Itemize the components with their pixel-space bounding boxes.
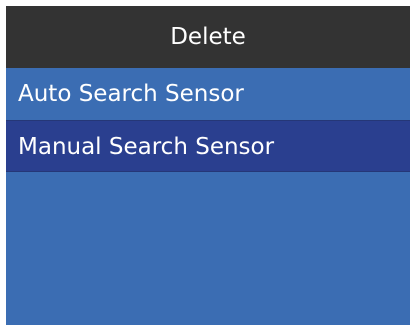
screen-title: Delete [6, 6, 410, 68]
menu-list: Auto Search Sensor Manual Search Sensor [6, 68, 410, 172]
menu-item-auto-search-sensor[interactable]: Auto Search Sensor [6, 68, 410, 120]
menu-item-manual-search-sensor[interactable]: Manual Search Sensor [6, 120, 410, 172]
device-screen: Delete Auto Search Sensor Manual Search … [6, 6, 410, 325]
